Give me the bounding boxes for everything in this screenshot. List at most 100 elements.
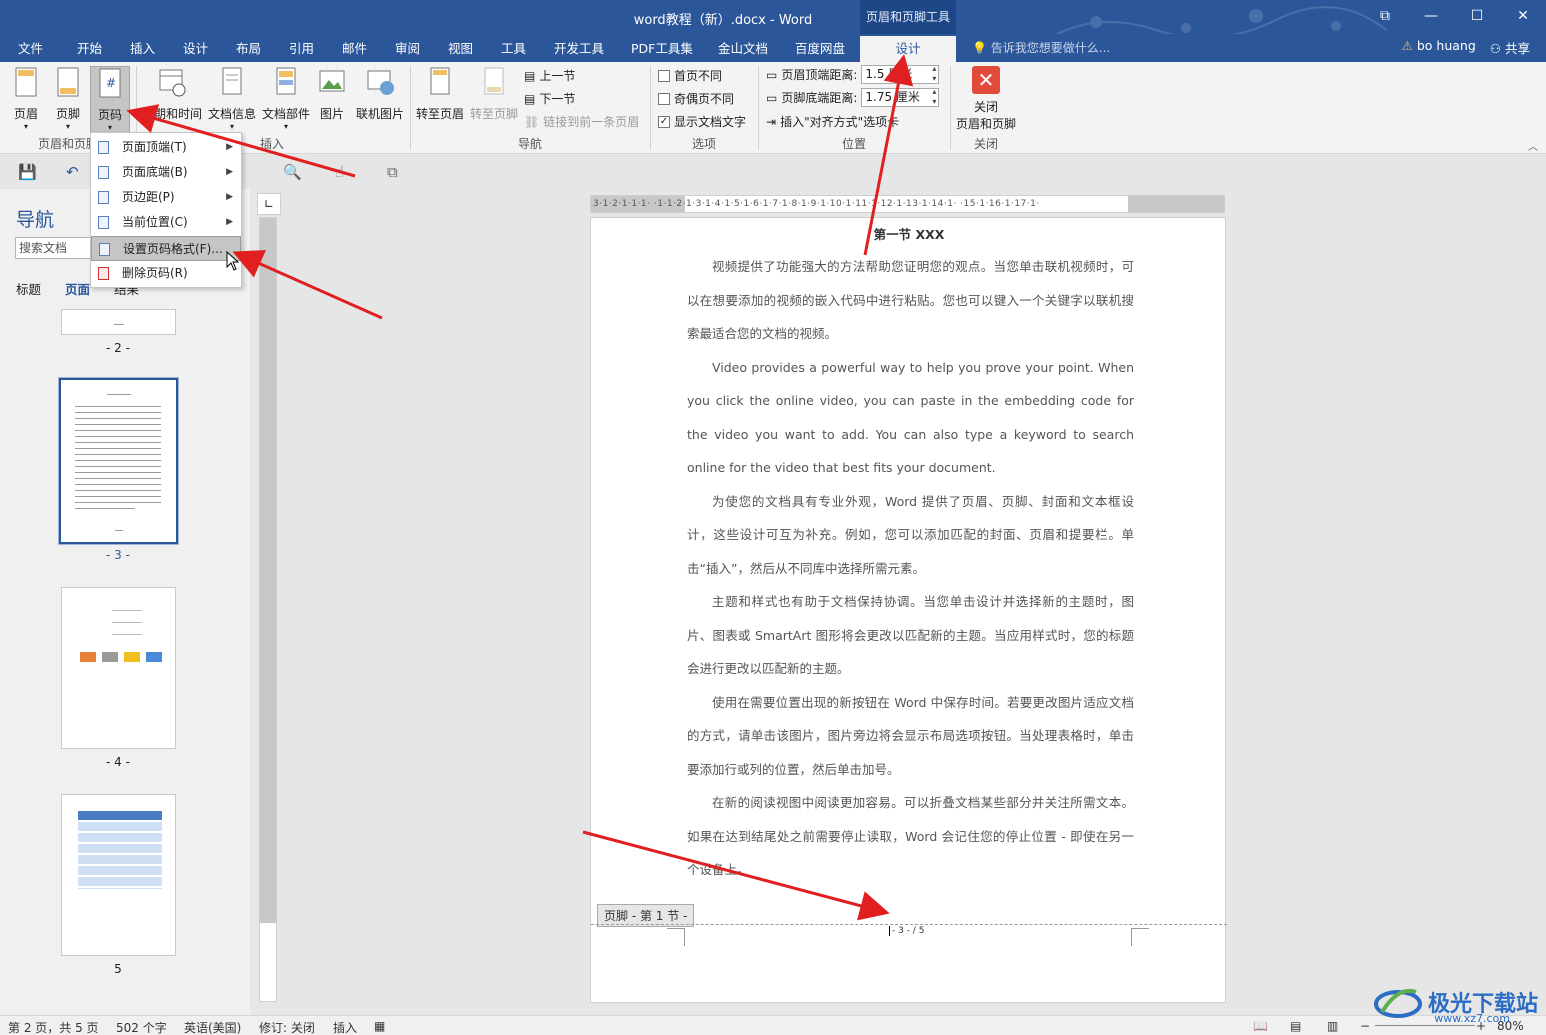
header-top-spinner[interactable]: 1.5 厘米 [861, 64, 940, 84]
page-thumbnail-2[interactable] [61, 309, 176, 335]
tab-home[interactable]: 开始 [77, 38, 102, 57]
status-language[interactable]: 英语(美国) [184, 1019, 241, 1035]
next-section-button[interactable]: ▤ 下一节 [524, 90, 575, 107]
goto-header-button[interactable]: 转至页眉 [414, 66, 466, 122]
section-heading: 第一节 XXX [873, 227, 945, 242]
ribbon-display-options-button[interactable]: ⧉ [1362, 0, 1408, 34]
page-number-button[interactable]: # 页码 ▾ [90, 66, 130, 134]
status-page-count[interactable]: 第 2 页，共 5 页 [8, 1019, 99, 1035]
undo-icon[interactable]: ↶ [66, 163, 79, 181]
group-separator [950, 66, 951, 150]
page-thumbnail-4[interactable] [61, 587, 176, 749]
footer-distance-icon: ▭ [766, 90, 778, 105]
link-icon: ⛓ [524, 114, 540, 129]
menu-item-label: 页边距(P) [122, 190, 175, 204]
show-document-text-checkbox[interactable]: ✓ 显示文档文字 [658, 113, 746, 130]
footer-page-number[interactable]: - 3 - / 5 [889, 926, 924, 936]
tab-selector-icon[interactable]: ∟ [257, 193, 281, 215]
tab-insert[interactable]: 插入 [130, 38, 155, 57]
zoom-slider[interactable] [1375, 1025, 1475, 1026]
different-first-page-checkbox[interactable]: 首页不同 [658, 67, 722, 84]
goto-footer-button[interactable]: 转至页脚 [468, 66, 520, 122]
page-thumbnail-3[interactable] [59, 378, 178, 544]
context-tab-group-label: 页眉和页脚工具 [860, 0, 956, 34]
footer-button[interactable]: 页脚 ▾ [52, 66, 84, 131]
collapse-ribbon-icon[interactable]: ︿ [1528, 138, 1538, 153]
document-info-icon [222, 67, 242, 95]
menu-item-remove-page-numbers[interactable]: 删除页码(R) [91, 261, 241, 286]
maximize-button[interactable]: ☐ [1454, 0, 1500, 34]
share-label: 共享 [1504, 41, 1530, 56]
tab-kdocs[interactable]: 金山文档 [718, 38, 768, 57]
page-top-icon [98, 141, 109, 154]
header-button[interactable]: 页眉 ▾ [10, 66, 42, 131]
insert-alignment-tab-button[interactable]: ⇥ 插入"对齐方式"选项卡 [766, 113, 899, 130]
tab-tools[interactable]: 工具 [501, 38, 526, 57]
print-layout-icon[interactable]: ▤ [1290, 1019, 1301, 1033]
tab-view[interactable]: 视图 [448, 38, 473, 57]
close-window-button[interactable]: ✕ [1500, 0, 1546, 34]
status-insert-mode[interactable]: 插入 [333, 1019, 357, 1035]
tell-me-box[interactable]: 💡 告诉我您想要做什么... [972, 39, 1110, 56]
window-switch-icon[interactable]: ⧉ [387, 163, 398, 181]
online-picture-button[interactable]: 联机图片 [354, 66, 406, 122]
page-thumbnail-5[interactable] [61, 794, 176, 956]
nav-tab-pages[interactable]: 页面 [65, 279, 90, 298]
tab-layout[interactable]: 布局 [236, 38, 261, 57]
menu-item-format-page-numbers[interactable]: 设置页码格式(F)... [91, 236, 241, 261]
alignment-tab-icon: ⇥ [766, 114, 777, 129]
tab-review[interactable]: 审阅 [395, 38, 420, 57]
save-icon[interactable]: 💾 [18, 163, 37, 181]
print-preview-icon[interactable]: 🔍 [283, 163, 302, 181]
touch-mode-icon[interactable]: ☝ [335, 163, 344, 181]
share-button[interactable]: ⚇ 共享 [1490, 38, 1530, 57]
group-separator [758, 66, 759, 150]
date-time-button[interactable]: 日期和时间 [142, 66, 202, 122]
read-mode-icon[interactable]: 📖 [1253, 1019, 1268, 1033]
picture-button[interactable]: 图片 [316, 66, 348, 122]
tab-baidu-netdisk[interactable]: 百度网盘 [795, 38, 845, 57]
header-top-label: 页眉顶端距离: [781, 68, 858, 82]
zoom-out-icon[interactable]: − [1360, 1019, 1370, 1033]
footer-bottom-spinner[interactable]: 1.75 厘米 [861, 87, 940, 107]
user-account[interactable]: ⚠ bo huang [1402, 38, 1476, 57]
tab-mailings[interactable]: 邮件 [342, 38, 367, 57]
doc-parts-button[interactable]: 文档部件 ▾ [260, 66, 312, 131]
prev-section-button[interactable]: ▤ 上一节 [524, 67, 575, 84]
web-layout-icon[interactable]: ▥ [1327, 1019, 1338, 1033]
tab-pdf-tools[interactable]: PDF工具集 [631, 38, 693, 57]
previous-icon: ▤ [524, 68, 536, 83]
tab-file[interactable]: 文件 [18, 38, 43, 57]
link-previous-button[interactable]: ⛓ 链接到前一条页眉 [524, 113, 639, 130]
minimize-button[interactable]: — [1408, 0, 1454, 34]
menu-item-top-of-page[interactable]: 页面顶端(T) ▶ [91, 135, 241, 160]
current-position-icon [98, 216, 109, 229]
doc-info-button[interactable]: 文档信息 ▾ [206, 66, 258, 131]
menu-item-current-position[interactable]: 当前位置(C) ▶ [91, 210, 241, 235]
header-page-icon [15, 67, 37, 97]
remove-page-number-icon [98, 267, 109, 280]
document-page[interactable]: 第一节 XXX 视频提供了功能强大的方法帮助您证明您的观点。当您单击联机视频时，… [590, 217, 1227, 1003]
paragraph: 为使您的文档具有专业外观，Word 提供了页眉、页脚、封面和文本框设计，这些设计… [687, 493, 1134, 576]
title-bar: word教程（新）.docx - Word 页眉和页脚工具 ⧉ — ☐ ✕ [0, 0, 1546, 41]
aurora-logo-icon [1373, 989, 1422, 1018]
different-odd-even-checkbox[interactable]: 奇偶页不同 [658, 90, 734, 107]
nav-tab-headings[interactable]: 标题 [16, 279, 41, 298]
close-header-footer-button[interactable]: ✕ 关闭 页眉和页脚 [954, 66, 1018, 132]
footer-boundary [591, 924, 1227, 925]
quick-parts-icon [276, 67, 296, 95]
menu-item-bottom-of-page[interactable]: 页面底端(B) ▶ [91, 160, 241, 185]
tab-header-footer-design[interactable]: 设计 [860, 34, 956, 62]
menu-item-page-margins[interactable]: 页边距(P) ▶ [91, 185, 241, 210]
status-word-count[interactable]: 502 个字 [116, 1019, 167, 1035]
document-body[interactable]: 视频提供了功能强大的方法帮助您证明您的观点。当您单击联机视频时，可以在想要添加的… [687, 250, 1134, 887]
page-number-icon: # [99, 68, 121, 98]
group-separator [410, 66, 411, 150]
macro-record-icon[interactable]: ▦ [374, 1019, 385, 1033]
footer-page-icon [57, 67, 79, 97]
tab-design[interactable]: 设计 [183, 38, 208, 57]
header-top-distance: ▭ 页眉顶端距离: 1.5 厘米 [766, 64, 940, 84]
tab-developer[interactable]: 开发工具 [554, 38, 604, 57]
tab-references[interactable]: 引用 [289, 38, 314, 57]
status-track-changes[interactable]: 修订: 关闭 [259, 1019, 315, 1035]
